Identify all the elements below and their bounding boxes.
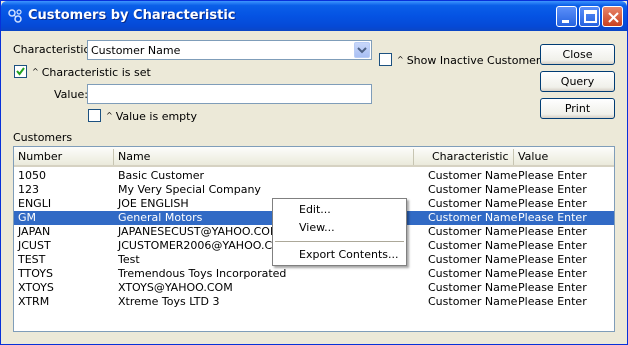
value-label: Value: <box>54 88 88 101</box>
cell-number: XTOYS <box>18 281 54 294</box>
caret-up-icon: ^ <box>397 55 404 64</box>
cell-name: Tremendous Toys Incorporated <box>118 267 287 280</box>
cell-value: Please Enter <box>518 211 587 224</box>
cell-characteristic: Customer Name <box>428 239 518 252</box>
column-divider[interactable] <box>413 149 414 165</box>
cell-value: Please Enter <box>518 253 587 266</box>
cell-characteristic: Customer Name <box>428 225 518 238</box>
column-header-name[interactable]: Name <box>118 150 150 163</box>
characteristic-app-icon <box>7 8 23 24</box>
cell-name: Xtreme Toys LTD 3 <box>118 295 220 308</box>
column-header-value[interactable]: Value <box>518 150 548 163</box>
value-is-empty-label: ^ Value is empty <box>106 110 197 123</box>
cell-number: ENGLI <box>18 197 52 210</box>
table-header: Number Name Characteristic Value <box>14 147 614 167</box>
cell-value: Please Enter <box>518 169 587 182</box>
characteristic-select[interactable]: Customer Name <box>87 40 372 60</box>
print-button[interactable]: Print <box>540 98 615 119</box>
close-icon <box>608 12 619 23</box>
cell-number: GM <box>18 211 37 224</box>
table-row[interactable]: 1050 Basic Customer Customer Name Please En… <box>14 169 614 183</box>
cell-name: General Motors <box>118 211 203 224</box>
cell-name: JCUSTOMER2006@YAHOO.COM <box>118 239 291 252</box>
cell-number: 123 <box>18 183 39 196</box>
cell-value: Please Enter <box>518 183 587 196</box>
menu-item-edit[interactable]: Edit... <box>299 203 331 216</box>
cell-value: Please Enter <box>518 239 587 252</box>
close-button[interactable]: Close <box>540 44 615 65</box>
cell-name: JOE ENGLISH <box>118 197 189 210</box>
table-row[interactable]: TTOYS Tremendous Toys Incorporated Custome… <box>14 267 614 281</box>
window-title: Customers by Characteristic <box>28 8 236 23</box>
column-header-characteristic[interactable]: Characteristic <box>432 150 509 163</box>
cell-characteristic: Customer Name <box>428 169 518 182</box>
checkmark-icon <box>16 67 25 76</box>
maximize-button[interactable] <box>579 6 600 27</box>
cell-name: My Very Special Company <box>118 183 261 196</box>
cell-number: TEST <box>18 253 46 266</box>
column-divider[interactable] <box>113 149 114 165</box>
characteristic-select-value: Customer Name <box>91 44 181 57</box>
minimize-icon <box>562 20 569 23</box>
show-inactive-checkbox[interactable] <box>379 53 392 66</box>
cell-characteristic: Customer Name <box>428 281 518 294</box>
table-row[interactable]: 123 My Very Special Company Customer Name P… <box>14 183 614 197</box>
cell-name: XTOYS@YAHOO.COM <box>118 281 233 294</box>
cell-value: Please Enter <box>518 281 587 294</box>
cell-number: 1050 <box>18 169 46 182</box>
close-window-button[interactable] <box>602 6 623 27</box>
characteristic-is-set-checkbox[interactable] <box>14 65 27 78</box>
column-divider[interactable] <box>513 149 514 165</box>
cell-characteristic: Customer Name <box>428 183 518 196</box>
chevron-down-icon[interactable] <box>354 42 370 58</box>
cell-value: Please Enter <box>518 225 587 238</box>
table-row[interactable]: XTOYS XTOYS@YAHOO.COM Customer Name Please … <box>14 281 614 295</box>
cell-characteristic: Customer Name <box>428 267 518 280</box>
menu-item-export-contents[interactable]: Export Contents... <box>299 248 398 261</box>
table-row[interactable]: XTRM Xtreme Toys LTD 3 Customer Name Please… <box>14 295 614 309</box>
cell-number: JCUST <box>18 239 51 252</box>
cell-characteristic: Customer Name <box>428 211 518 224</box>
cell-number: XTRM <box>18 295 50 308</box>
query-button[interactable]: Query <box>540 71 615 92</box>
cell-value: Please Enter <box>518 267 587 280</box>
cell-characteristic: Customer Name <box>428 295 518 308</box>
menu-item-view[interactable]: View... <box>299 221 335 234</box>
cell-characteristic: Customer Name <box>428 253 518 266</box>
show-inactive-label: ^ Show Inactive Customers <box>397 54 547 67</box>
cell-value: Please Enter <box>518 295 587 308</box>
characteristic-is-set-label: ^ Characteristic is set <box>32 66 151 79</box>
title-bar[interactable]: Customers by Characteristic <box>1 1 627 31</box>
caret-up-icon: ^ <box>106 111 113 120</box>
value-is-empty-checkbox[interactable] <box>88 109 101 122</box>
customers-list-title: Customers <box>13 131 73 144</box>
cell-name: JAPANESECUST@YAHOO.COM <box>118 225 280 238</box>
caret-up-icon: ^ <box>32 67 39 76</box>
cell-characteristic: Customer Name <box>428 197 518 210</box>
maximize-icon <box>584 10 597 23</box>
context-menu: Edit... View... Export Contents... <box>272 198 407 266</box>
cell-name: Basic Customer <box>118 169 205 182</box>
cell-number: TTOYS <box>18 267 54 280</box>
value-input[interactable] <box>87 84 372 104</box>
column-header-number[interactable]: Number <box>18 150 62 163</box>
cell-name: Test <box>118 253 140 266</box>
cell-value: Please Enter <box>518 197 587 210</box>
menu-separator <box>275 241 404 242</box>
cell-number: JAPAN <box>18 225 51 238</box>
customers-by-characteristic-window: Customers by Characteristic Characterist… <box>0 0 628 345</box>
characteristic-label: Characteristic: <box>13 43 94 56</box>
minimize-button[interactable] <box>556 6 577 27</box>
